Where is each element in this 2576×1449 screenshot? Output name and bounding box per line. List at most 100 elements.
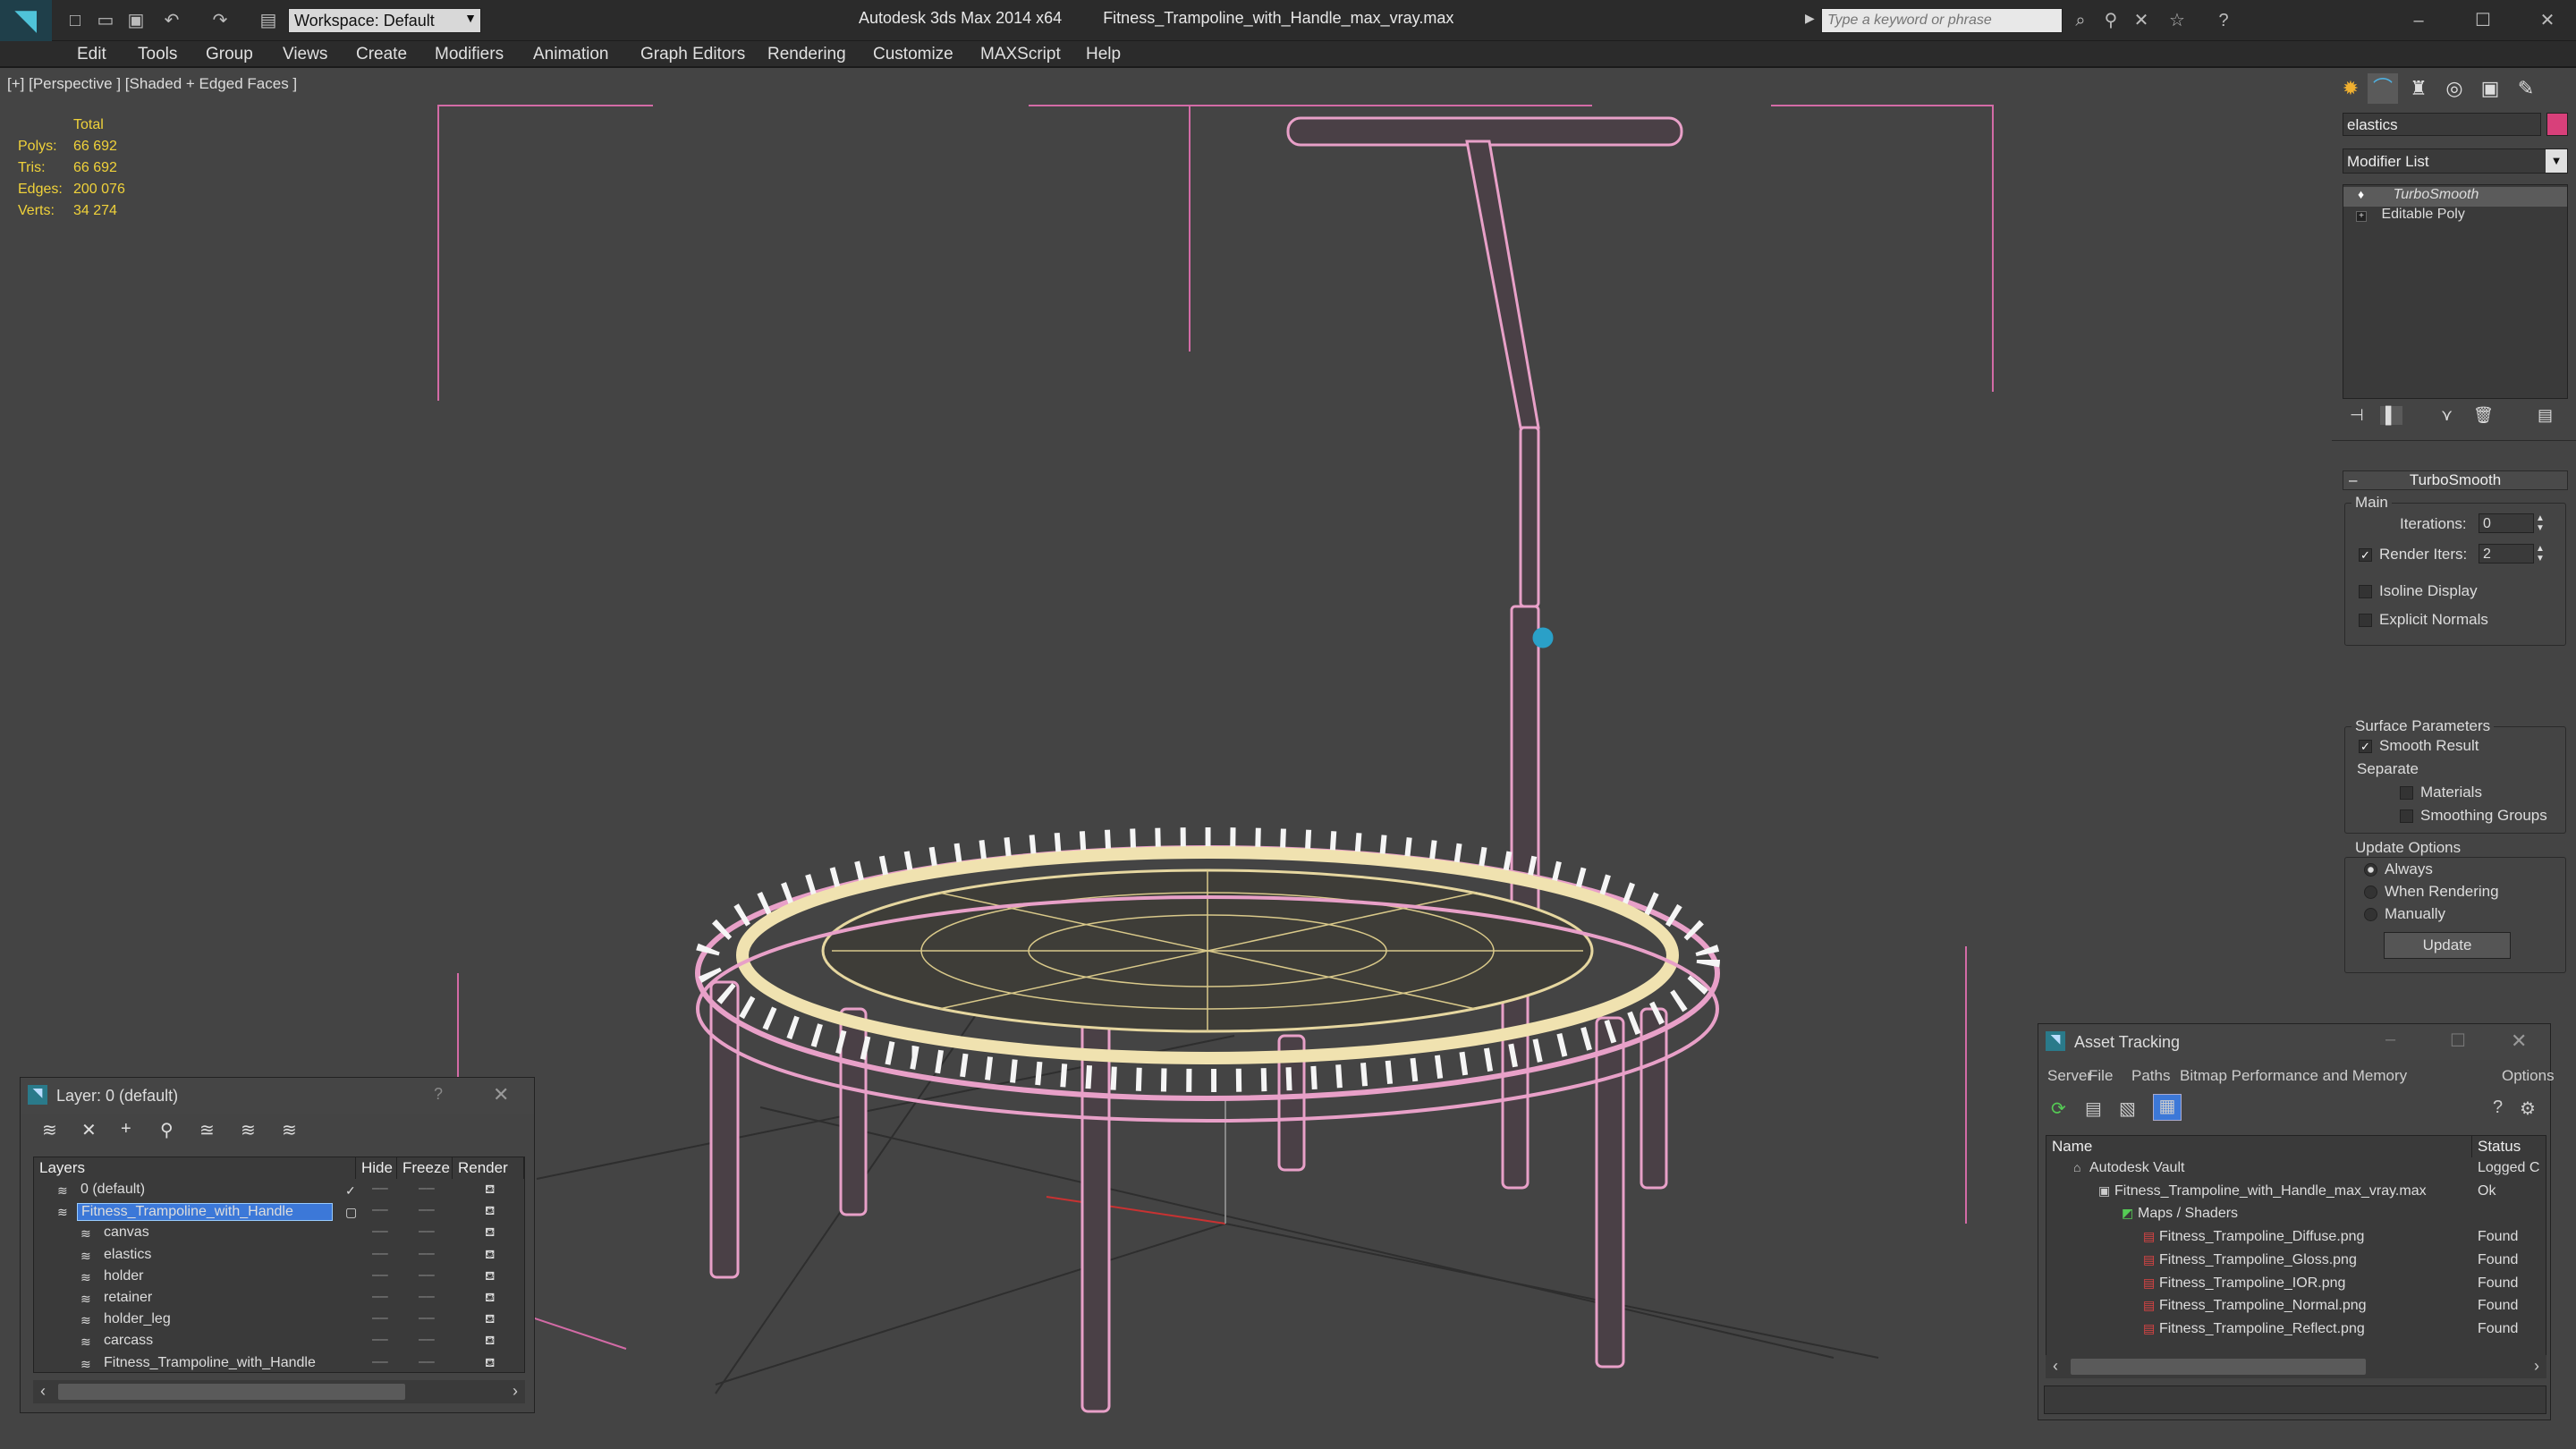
update-button[interactable]: Update: [2384, 932, 2511, 959]
close-icon[interactable]: ✕: [2511, 1030, 2527, 1053]
menu-graph-editors[interactable]: Graph Editors: [635, 45, 750, 64]
layer-name[interactable]: canvas: [100, 1224, 153, 1241]
asset-horizontal-scrollbar[interactable]: ‹ ›: [2046, 1355, 2546, 1378]
layer-row[interactable]: ≋ Fitness_Trampoline_with_Handle ▢ –– –– ⛾: [34, 1202, 524, 1224]
asset-tree[interactable]: Name Status ⌂ Autodesk Vault Logged C ▣ Fitn…: [2046, 1135, 2546, 1360]
new-file-icon[interactable]: □: [63, 8, 88, 33]
asset-menu-server[interactable]: Server: [2047, 1067, 2092, 1085]
layer-row[interactable]: ≋ retainer –– –– ⛾: [34, 1289, 524, 1310]
column-freeze[interactable]: Freeze: [397, 1157, 453, 1179]
spinner-arrows-icon[interactable]: ▲ ▼: [2536, 513, 2545, 533]
turbosmooth-rollout-header[interactable]: – TurboSmooth: [2343, 470, 2568, 490]
open-file-icon[interactable]: ▭: [93, 8, 118, 33]
materials-checkbox[interactable]: Materials: [2400, 784, 2482, 801]
column-layers[interactable]: Layers: [34, 1157, 356, 1179]
render-teapot-icon[interactable]: ⛾: [485, 1182, 495, 1199]
layer-row[interactable]: ≋ carcass –– –– ⛾: [34, 1332, 524, 1353]
undo-icon[interactable]: ↶: [159, 8, 184, 33]
freeze-toggle[interactable]: ––: [419, 1310, 435, 1326]
column-status[interactable]: Status: [2472, 1136, 2546, 1157]
hide-toggle[interactable]: ––: [372, 1202, 388, 1218]
asset-menu-options[interactable]: Options: [2502, 1067, 2555, 1085]
hide-toggle[interactable]: ––: [372, 1310, 388, 1326]
menu-modifiers[interactable]: Modifiers: [429, 45, 509, 64]
help-icon[interactable]: ?: [2493, 1097, 2503, 1118]
layer-name[interactable]: 0 (default): [77, 1182, 148, 1198]
maximize-icon[interactable]: ☐: [2470, 8, 2496, 33]
render-teapot-icon[interactable]: ⛾: [485, 1268, 495, 1285]
app-logo[interactable]: ◥: [0, 0, 52, 41]
make-unique-icon[interactable]: ⋎: [2441, 406, 2453, 425]
search-input[interactable]: [1821, 8, 2063, 33]
freeze-all-icon[interactable]: ≋: [282, 1119, 297, 1141]
layer-name[interactable]: Fitness_Trampoline_with_Handle: [77, 1203, 333, 1222]
add-to-layer-icon[interactable]: +: [121, 1119, 131, 1140]
column-render[interactable]: Render: [453, 1157, 524, 1179]
freeze-toggle[interactable]: ––: [419, 1224, 435, 1240]
freeze-toggle[interactable]: ––: [419, 1332, 435, 1348]
hide-toggle[interactable]: ––: [372, 1289, 388, 1305]
smooth-result-checkbox[interactable]: ✓ Smooth Result: [2359, 737, 2479, 755]
layer-list[interactable]: Layers Hide Freeze Render ≋ 0 (default) ✓ –…: [33, 1157, 525, 1373]
layer-row[interactable]: ≋ Fitness_Trampoline_with_Handle –– –– ⛾: [34, 1354, 524, 1376]
minimize-icon[interactable]: –: [2385, 1030, 2395, 1050]
column-name[interactable]: Name: [2046, 1136, 2472, 1157]
menu-rendering[interactable]: Rendering: [762, 45, 852, 64]
scroll-left-icon[interactable]: ‹: [2053, 1357, 2058, 1376]
layer-name[interactable]: Fitness_Trampoline_with_Handle: [100, 1355, 319, 1371]
hide-toggle[interactable]: ––: [372, 1267, 388, 1284]
stack-item-editable-poly[interactable]: + Editable Poly: [2343, 207, 2567, 226]
iterations-spinner[interactable]: 0: [2479, 513, 2534, 533]
layer-active-box[interactable]: ▢: [345, 1205, 357, 1220]
asset-row[interactable]: ▤ Fitness_Trampoline_IOR.png Found: [2046, 1275, 2546, 1296]
asset-row[interactable]: ▣ Fitness_Trampoline_with_Handle_max_vray…: [2046, 1182, 2546, 1204]
freeze-toggle[interactable]: ––: [419, 1246, 435, 1262]
display-tab-icon[interactable]: ▣: [2475, 73, 2505, 104]
isoline-display-checkbox[interactable]: Isoline Display: [2359, 582, 2478, 600]
table-view-icon[interactable]: ▦: [2153, 1094, 2182, 1121]
layer-window-titlebar[interactable]: ◥ Layer: 0 (default) ? ✕: [21, 1078, 534, 1114]
spinner-arrows-icon[interactable]: ▲ ▼: [2536, 544, 2545, 564]
settings-icon[interactable]: ⚙: [2520, 1097, 2536, 1120]
asset-menu-paths[interactable]: Paths: [2131, 1067, 2170, 1085]
layer-manager-window[interactable]: ◥ Layer: 0 (default) ? ✕ ≋ ✕ + ⚲ ≊ ≋ ≋ L…: [20, 1077, 535, 1413]
freeze-toggle[interactable]: ––: [419, 1267, 435, 1284]
menu-views[interactable]: Views: [277, 45, 333, 64]
utilities-tab-icon[interactable]: ✎: [2511, 73, 2541, 104]
tools-icon[interactable]: ✕: [2129, 8, 2154, 33]
hide-toggle[interactable]: ––: [372, 1181, 388, 1197]
close-icon[interactable]: ✕: [493, 1083, 509, 1106]
column-hide[interactable]: Hide: [356, 1157, 397, 1179]
explicit-normals-checkbox[interactable]: Explicit Normals: [2359, 611, 2488, 629]
menu-create[interactable]: Create: [351, 45, 412, 64]
render-teapot-icon[interactable]: ⛾: [485, 1290, 495, 1307]
render-teapot-icon[interactable]: ⛾: [485, 1311, 495, 1328]
list-view-icon[interactable]: ▤: [2085, 1097, 2102, 1120]
render-teapot-icon[interactable]: ⛾: [485, 1247, 495, 1264]
infocenter-icon[interactable]: ⚲: [2098, 8, 2123, 33]
create-tab-icon[interactable]: ✹: [2335, 73, 2366, 104]
scroll-right-icon[interactable]: ›: [513, 1382, 518, 1401]
modifier-stack[interactable]: ♦ TurboSmooth + Editable Poly: [2343, 184, 2568, 399]
search-expand-icon[interactable]: ▶: [1805, 11, 1815, 26]
binoculars-icon[interactable]: ⌕: [2068, 8, 2093, 33]
asset-row[interactable]: ▤ Fitness_Trampoline_Normal.png Found: [2046, 1297, 2546, 1318]
new-layer-icon[interactable]: ≋: [42, 1119, 57, 1141]
layer-name[interactable]: carcass: [100, 1333, 157, 1349]
close-icon[interactable]: ✕: [2535, 8, 2560, 33]
menu-group[interactable]: Group: [200, 45, 258, 64]
when-rendering-radio[interactable]: When Rendering: [2364, 883, 2499, 901]
smoothing-groups-checkbox[interactable]: Smoothing Groups: [2400, 807, 2547, 825]
layer-row[interactable]: ≋ holder –– –– ⛾: [34, 1267, 524, 1289]
freeze-toggle[interactable]: ––: [419, 1181, 435, 1197]
menu-tools[interactable]: Tools: [132, 45, 182, 64]
layer-name[interactable]: holder: [100, 1268, 147, 1284]
project-icon[interactable]: ▤: [256, 8, 281, 33]
refresh-icon[interactable]: ⟳: [2051, 1097, 2066, 1120]
layer-row[interactable]: ≋ elastics –– –– ⛾: [34, 1246, 524, 1267]
modify-tab-icon[interactable]: ⌒: [2368, 73, 2398, 104]
asset-window-titlebar[interactable]: ◥ Asset Tracking – ☐ ✕: [2038, 1024, 2550, 1060]
object-color-swatch[interactable]: [2546, 113, 2568, 136]
always-radio[interactable]: Always: [2364, 860, 2433, 878]
asset-row[interactable]: ◩ Maps / Shaders: [2046, 1205, 2546, 1226]
